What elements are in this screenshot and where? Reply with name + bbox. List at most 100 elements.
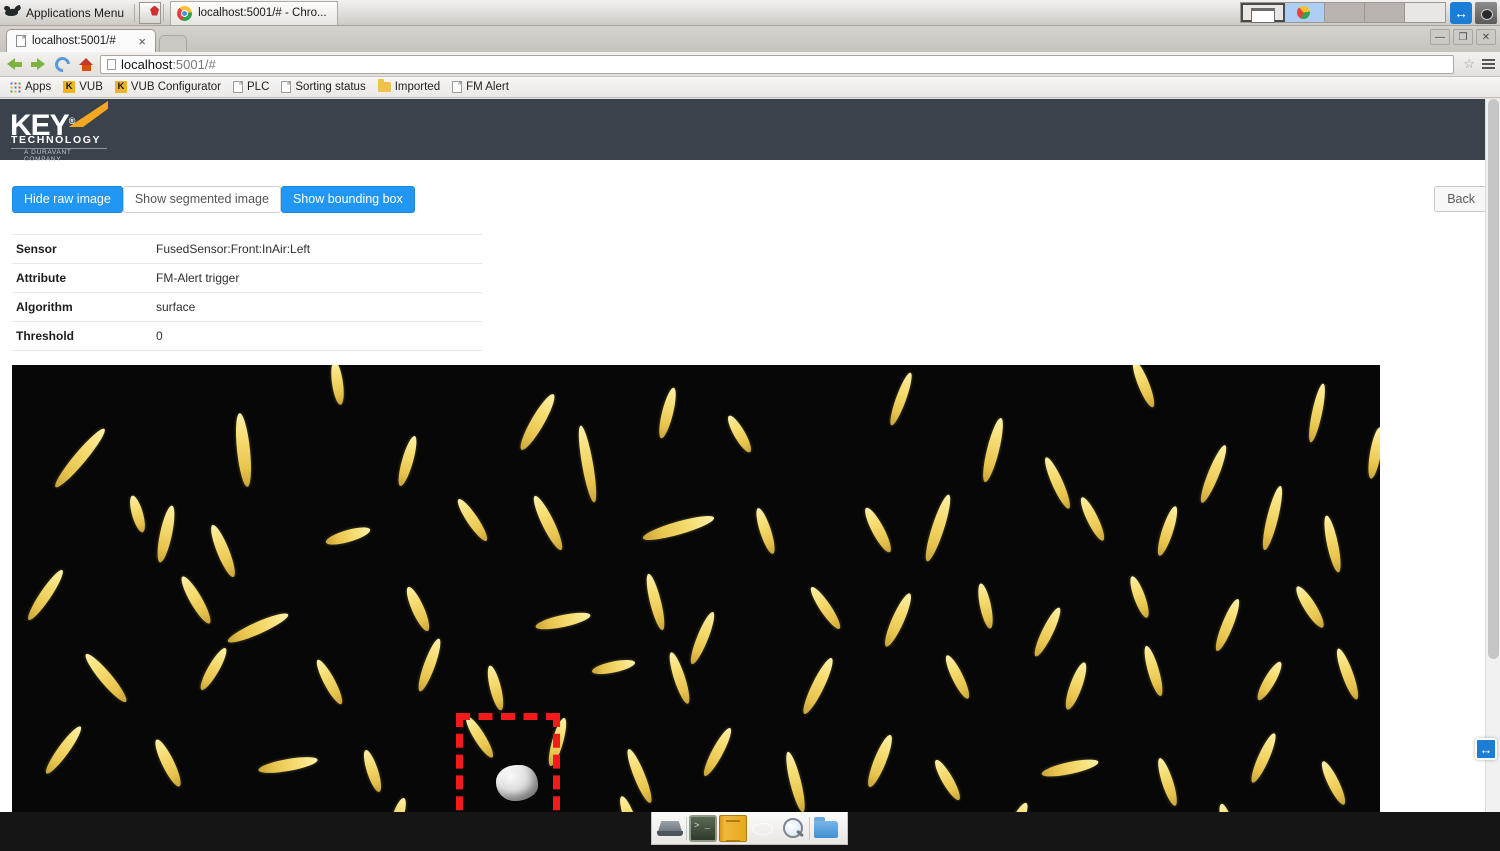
product-piece	[975, 582, 995, 629]
home-icon[interactable]	[76, 54, 97, 75]
desktop-top-panel: Applications Menu localhost:5001/# - Chr…	[0, 0, 1500, 26]
product-piece	[454, 496, 491, 544]
new-tab-button[interactable]	[159, 35, 187, 52]
bookmark-label: VUB	[79, 81, 103, 93]
applications-menu-button[interactable]: Applications Menu	[0, 1, 132, 25]
product-piece	[1247, 731, 1279, 785]
detail-key: Attribute	[12, 264, 152, 293]
minimize-button[interactable]: —	[1430, 29, 1450, 45]
bookmark-label: FM Alert	[466, 81, 509, 93]
product-piece	[783, 751, 809, 812]
detail-value: FM-Alert trigger	[152, 264, 482, 293]
bookmark-vub-configurator[interactable]: K VUB Configurator	[110, 80, 226, 94]
product-piece	[616, 795, 642, 812]
reload-icon[interactable]	[52, 54, 73, 75]
product-piece	[516, 391, 559, 453]
inspection-image[interactable]	[12, 365, 1380, 812]
folder-icon	[378, 82, 391, 92]
scrollbar-thumb[interactable]	[1488, 99, 1499, 659]
browser-navigation-bar: localhost:5001/# ☆	[0, 52, 1500, 77]
dock-separator	[809, 817, 810, 840]
product-piece	[1216, 802, 1239, 812]
workspace-4[interactable]	[1365, 3, 1405, 22]
workspace-1[interactable]	[1241, 3, 1285, 22]
bookmark-apps[interactable]: Apps	[5, 80, 56, 94]
panel-separator	[163, 4, 164, 22]
bookmark-label: Sorting status	[295, 81, 365, 93]
product-piece	[1127, 574, 1152, 619]
bookmark-label: PLC	[247, 81, 269, 93]
bookmark-vub[interactable]: K VUB	[58, 80, 108, 94]
terminal-icon[interactable]	[689, 815, 717, 842]
product-piece	[1062, 660, 1090, 711]
hide-raw-image-button[interactable]: Hide raw image	[12, 186, 123, 213]
product-piece	[197, 645, 231, 692]
archive-icon[interactable]	[719, 815, 747, 842]
product-piece	[724, 413, 755, 455]
detail-value: FusedSensor:Front:InAir:Left	[152, 235, 482, 264]
product-piece	[1077, 495, 1108, 543]
page-icon	[16, 35, 26, 47]
bookmark-plc[interactable]: PLC	[228, 80, 274, 94]
workspace-pager[interactable]	[1240, 2, 1446, 23]
product-piece	[127, 494, 148, 534]
show-bounding-box-button[interactable]: Show bounding box	[281, 186, 415, 213]
product-piece	[415, 637, 444, 693]
chrome-icon	[177, 6, 192, 21]
file-manager-icon[interactable]	[812, 815, 840, 842]
bookmark-fm-alert[interactable]: FM Alert	[447, 80, 514, 94]
teamviewer-floating-icon[interactable]: ↔	[1475, 738, 1497, 760]
search-icon[interactable]	[779, 815, 807, 842]
detail-value: 0	[152, 322, 482, 351]
close-icon[interactable]: ×	[135, 35, 149, 48]
product-piece	[1155, 757, 1181, 808]
forward-arrow-icon[interactable]	[28, 54, 49, 75]
window-launcher-icon[interactable]	[139, 2, 161, 24]
product-piece	[1154, 505, 1181, 558]
product-piece	[386, 796, 409, 812]
maximize-button[interactable]: ❐	[1453, 29, 1473, 45]
image-view-button-group: Hide raw image Show segmented image Show…	[12, 186, 415, 213]
browser-tabstrip: localhost:5001/# × — ❐ ✕	[0, 26, 1500, 52]
close-button[interactable]: ✕	[1476, 29, 1496, 45]
taskbar-window-title: localhost:5001/# - Chro...	[198, 7, 327, 19]
bookmark-imported[interactable]: Imported	[373, 80, 445, 94]
table-row: Sensor FusedSensor:Front:InAir:Left	[12, 235, 482, 264]
product-piece	[360, 748, 384, 793]
star-icon[interactable]: ☆	[1463, 56, 1475, 72]
detection-bounding-box	[456, 713, 560, 812]
applications-menu-label: Applications Menu	[26, 6, 124, 20]
scanner-icon[interactable]	[656, 815, 684, 842]
show-segmented-image-button[interactable]: Show segmented image	[123, 186, 281, 213]
key-icon: K	[115, 81, 127, 93]
product-piece	[257, 754, 318, 776]
product-piece	[1292, 583, 1328, 630]
product-piece	[700, 726, 735, 779]
product-piece	[1259, 485, 1286, 552]
workspace-3[interactable]	[1325, 3, 1365, 22]
product-piece	[324, 524, 372, 548]
hamburger-menu-icon[interactable]	[1481, 57, 1496, 71]
product-piece	[1141, 644, 1166, 697]
product-piece	[51, 425, 109, 491]
key-technology-logo: KEY® TECHNOLOGY A DURAVANT COMPANY	[8, 101, 110, 157]
bookmark-sorting-status[interactable]: Sorting status	[276, 80, 370, 94]
detail-key: Algorithm	[12, 293, 152, 322]
back-arrow-icon[interactable]	[4, 54, 25, 75]
taskbar-window-button[interactable]: localhost:5001/# - Chro...	[170, 1, 338, 25]
workspace-5[interactable]	[1405, 3, 1445, 22]
web-browser-icon[interactable]	[749, 815, 777, 842]
workspace-2[interactable]	[1285, 3, 1325, 22]
teamviewer-icon[interactable]	[1450, 2, 1472, 24]
back-button[interactable]: Back	[1434, 186, 1488, 212]
logo-tagline: A DURAVANT COMPANY	[24, 149, 110, 163]
product-piece	[591, 657, 636, 677]
address-bar[interactable]: localhost:5001/#	[100, 55, 1454, 74]
browser-tab[interactable]: localhost:5001/# ×	[6, 29, 156, 52]
browser-tab-title: localhost:5001/#	[32, 35, 129, 47]
page-icon	[281, 81, 291, 93]
bookmark-label: VUB Configurator	[131, 81, 221, 93]
camera-icon[interactable]	[1475, 2, 1497, 24]
page-scrollbar[interactable]	[1485, 99, 1500, 812]
product-piece	[1004, 801, 1031, 812]
